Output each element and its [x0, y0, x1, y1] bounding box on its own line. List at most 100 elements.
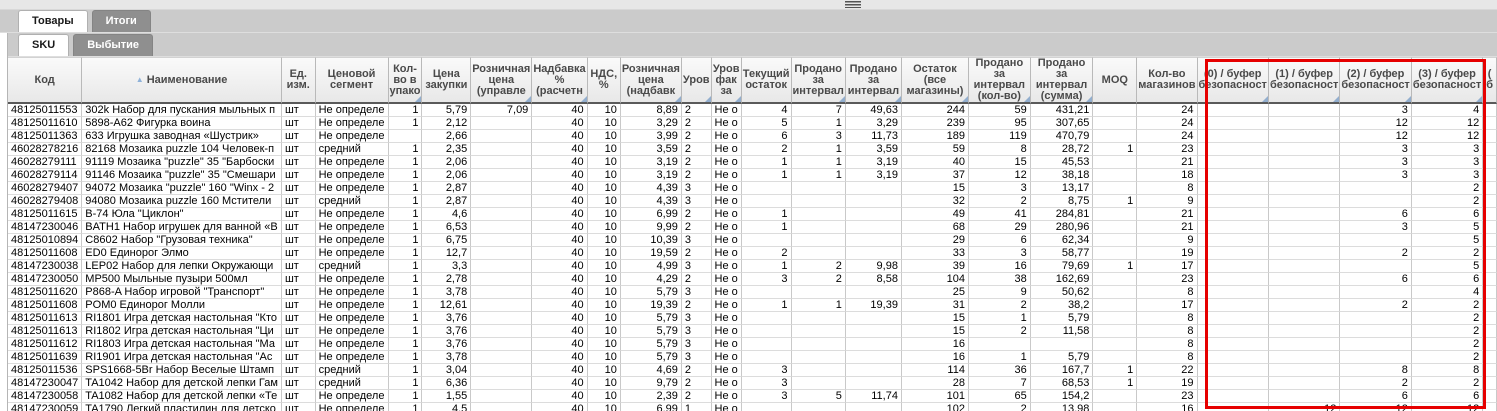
cell-b4_partial[interactable]	[1483, 299, 1497, 312]
cell-sold_qty[interactable]: 8	[969, 143, 1031, 156]
cell-retail_markup[interactable]: 2,39	[621, 390, 682, 403]
cell-sold2[interactable]	[846, 234, 902, 247]
cell-cur_stock[interactable]: 1	[742, 260, 792, 273]
cell-retail_markup[interactable]: 10,39	[621, 234, 682, 247]
cell-markup[interactable]: 40	[532, 117, 587, 130]
cell-markup[interactable]: 40	[532, 182, 587, 195]
cell-b1[interactable]	[1269, 169, 1340, 182]
cell-sold1[interactable]	[792, 312, 846, 325]
cell-sold2[interactable]	[846, 208, 902, 221]
cell-code[interactable]: 48125011613	[8, 312, 82, 325]
cell-retail_markup[interactable]: 6,99	[621, 208, 682, 221]
cell-level[interactable]: 2	[682, 156, 712, 169]
cell-retail_managed[interactable]	[471, 169, 532, 182]
cell-level_fact[interactable]: Не о	[712, 169, 742, 182]
cell-sold_qty[interactable]: 59	[969, 104, 1031, 117]
cell-name[interactable]: BATH1 Набор игрушек для ванной «В	[82, 221, 282, 234]
cell-code[interactable]: 48125010894	[8, 234, 82, 247]
cell-sold2[interactable]: 19,39	[846, 299, 902, 312]
cell-unit[interactable]: шт	[282, 403, 316, 411]
cell-b4_partial[interactable]	[1483, 169, 1497, 182]
cell-sold_sum[interactable]: 38,18	[1031, 169, 1094, 182]
col-header-qty_pack[interactable]: Кол-во в упако	[389, 57, 423, 104]
cell-sold2[interactable]	[846, 312, 902, 325]
cell-retail_markup[interactable]: 3,29	[621, 117, 682, 130]
cell-level[interactable]: 2	[682, 143, 712, 156]
cell-markup[interactable]: 40	[532, 312, 587, 325]
cell-level[interactable]: 1	[682, 403, 712, 411]
col-header-retail_managed[interactable]: Розничная цена (управле	[471, 57, 532, 104]
cell-unit[interactable]: шт	[282, 312, 316, 325]
cell-sold2[interactable]: 3,19	[846, 169, 902, 182]
cell-b2[interactable]: 2	[1340, 377, 1411, 390]
col-header-b0[interactable]: (0) / буфер безопасност	[1198, 57, 1269, 104]
cell-level[interactable]: 2	[682, 364, 712, 377]
col-header-cur_stock[interactable]: Текущий остаток	[742, 57, 792, 104]
cell-cur_stock[interactable]	[742, 234, 792, 247]
cell-level[interactable]: 2	[682, 299, 712, 312]
cell-stock_all[interactable]: 104	[902, 273, 969, 286]
cell-segment[interactable]: Не определе	[316, 351, 389, 364]
cell-price_purchase[interactable]: 2,87	[422, 195, 471, 208]
cell-b0[interactable]	[1198, 169, 1269, 182]
cell-qty_pack[interactable]: 1	[389, 221, 423, 234]
cell-unit[interactable]: шт	[282, 182, 316, 195]
cell-b0[interactable]	[1198, 377, 1269, 390]
cell-b0[interactable]	[1198, 364, 1269, 377]
cell-name[interactable]: RI1802 Игра детская настольная "Ци	[82, 325, 282, 338]
cell-b3[interactable]: 5	[1412, 221, 1483, 234]
cell-retail_markup[interactable]: 4,29	[621, 273, 682, 286]
cell-qty_pack[interactable]: 1	[389, 390, 423, 403]
col-header-sold1[interactable]: Продано за интервал	[792, 57, 846, 104]
cell-sold2[interactable]: 3,29	[846, 117, 902, 130]
cell-b0[interactable]	[1198, 156, 1269, 169]
tab-itogi[interactable]: Итоги	[92, 10, 151, 32]
col-header-b2[interactable]: (2) / буфер безопасност	[1340, 57, 1411, 104]
cell-retail_markup[interactable]: 5,79	[621, 312, 682, 325]
cell-b2[interactable]	[1340, 338, 1411, 351]
cell-retail_managed[interactable]	[471, 156, 532, 169]
cell-shops[interactable]: 21	[1137, 208, 1197, 221]
cell-sold2[interactable]	[846, 286, 902, 299]
cell-level_fact[interactable]: Не о	[712, 156, 742, 169]
cell-retail_markup[interactable]: 3,99	[621, 130, 682, 143]
cell-sold2[interactable]	[846, 195, 902, 208]
cell-code[interactable]: 48125011553	[8, 104, 82, 117]
cell-sold2[interactable]: 8,58	[846, 273, 902, 286]
cell-b0[interactable]	[1198, 195, 1269, 208]
cell-price_purchase[interactable]: 2,06	[422, 169, 471, 182]
cell-segment[interactable]: Не определе	[316, 221, 389, 234]
cell-b0[interactable]	[1198, 130, 1269, 143]
cell-retail_markup[interactable]: 3,59	[621, 143, 682, 156]
cell-b2[interactable]: 6	[1340, 273, 1411, 286]
cell-moq[interactable]	[1093, 156, 1137, 169]
cell-moq[interactable]	[1093, 169, 1137, 182]
cell-b1[interactable]	[1269, 325, 1340, 338]
cell-sold_qty[interactable]: 29	[969, 221, 1031, 234]
cell-segment[interactable]: Не определе	[316, 234, 389, 247]
cell-name[interactable]: POM0 Единорог Молли	[82, 299, 282, 312]
cell-vat[interactable]: 10	[588, 312, 621, 325]
cell-sold_qty[interactable]: 95	[969, 117, 1031, 130]
cell-markup[interactable]: 40	[532, 390, 587, 403]
cell-retail_managed[interactable]	[471, 312, 532, 325]
cell-sold1[interactable]	[792, 403, 846, 411]
cell-sold_sum[interactable]	[1031, 338, 1094, 351]
cell-sold1[interactable]	[792, 247, 846, 260]
cell-cur_stock[interactable]: 6	[742, 130, 792, 143]
cell-unit[interactable]: шт	[282, 169, 316, 182]
cell-sold_sum[interactable]: 307,65	[1031, 117, 1094, 130]
cell-b2[interactable]: 6	[1340, 208, 1411, 221]
cell-price_purchase[interactable]: 6,53	[422, 221, 471, 234]
cell-sold_sum[interactable]: 62,34	[1031, 234, 1094, 247]
cell-vat[interactable]: 10	[588, 390, 621, 403]
cell-code[interactable]: 48147230046	[8, 221, 82, 234]
cell-shops[interactable]: 21	[1137, 156, 1197, 169]
cell-shops[interactable]: 23	[1137, 143, 1197, 156]
cell-code[interactable]: 48147230059	[8, 403, 82, 411]
col-header-sold_sum[interactable]: Продано за интервал (сумма)	[1031, 57, 1094, 104]
cell-b4_partial[interactable]	[1483, 156, 1497, 169]
cell-sold_sum[interactable]: 431,21	[1031, 104, 1094, 117]
cell-segment[interactable]: Не определе	[316, 117, 389, 130]
cell-b0[interactable]	[1198, 260, 1269, 273]
